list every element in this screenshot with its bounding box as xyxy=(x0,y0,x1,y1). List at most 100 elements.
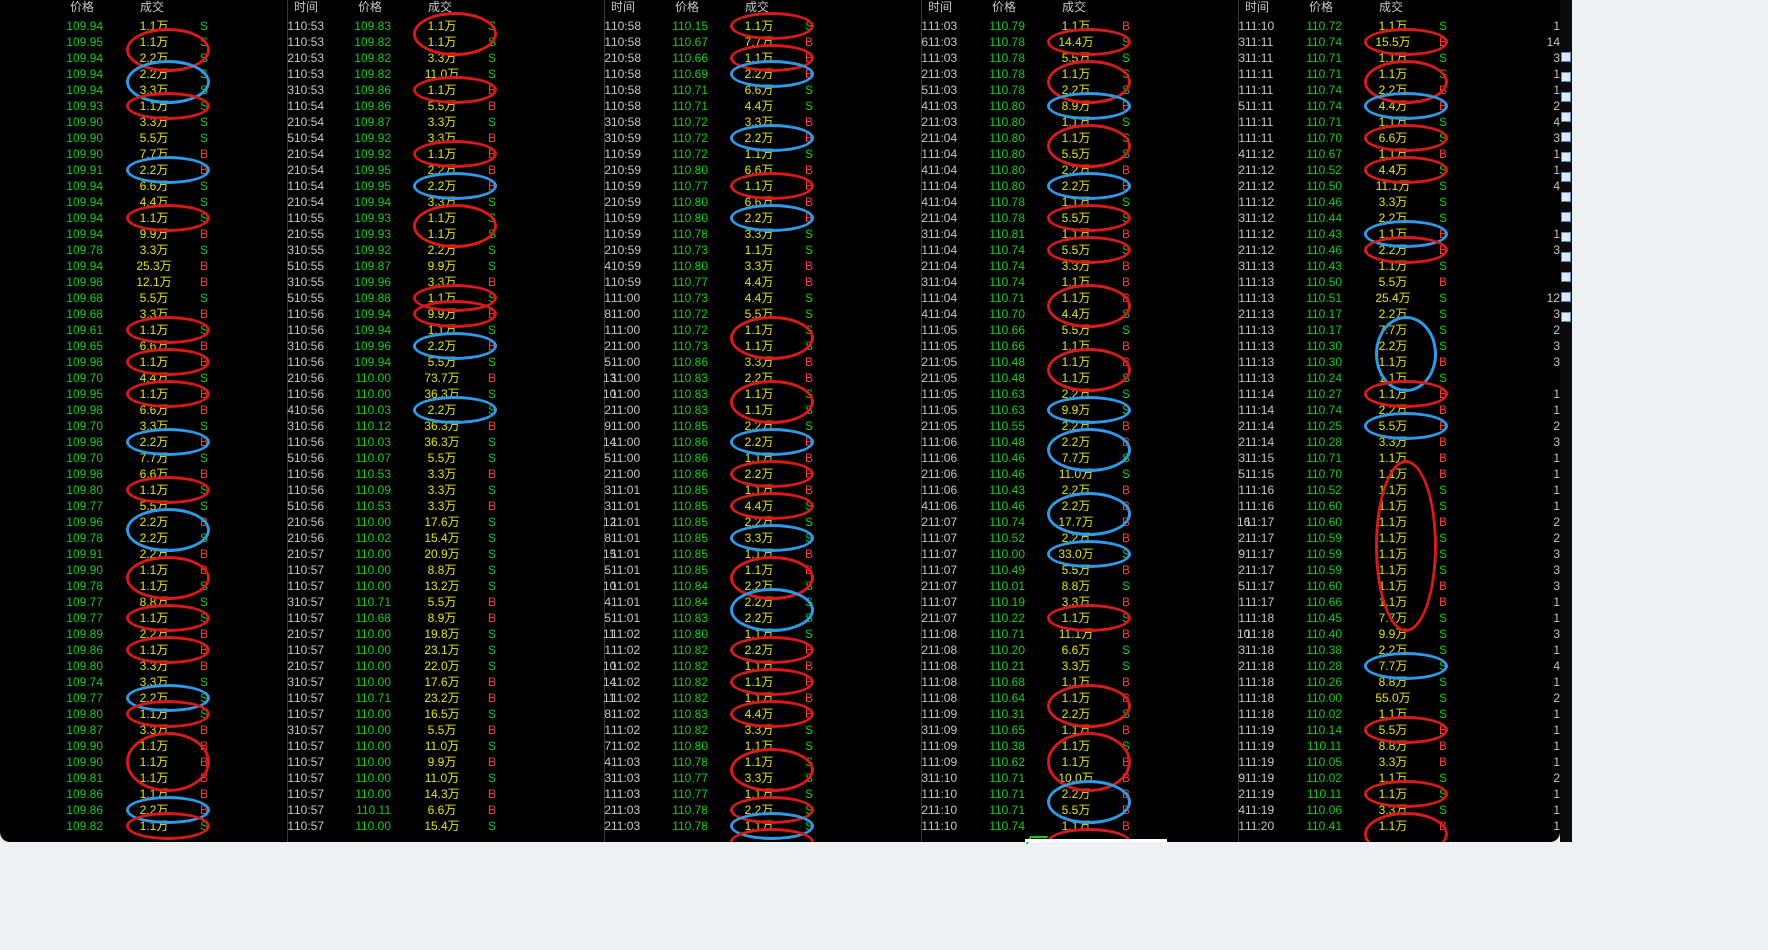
trade-row: 1 10:56 109.94 5.5万 S xyxy=(287,354,605,370)
trade-side: S xyxy=(200,83,209,97)
trade-price: 110.43 xyxy=(1306,259,1342,273)
trade-time: 10:57 xyxy=(294,643,325,657)
trade-row: 10 11:18 110.40 9.9万 S xyxy=(1237,626,1556,642)
trade-row: 1 11:04 110.74 5.5万 S xyxy=(921,242,1239,258)
header-volume[interactable]: 成交 xyxy=(1379,0,1403,14)
list-icon[interactable] xyxy=(1561,72,1571,82)
trade-count: 1 xyxy=(1238,291,1245,305)
trade-price: 110.59 xyxy=(1306,547,1342,561)
header-price[interactable]: 价格 xyxy=(675,0,699,14)
trade-side: B xyxy=(1122,435,1131,449)
bar-icon[interactable] xyxy=(1561,132,1571,142)
refresh-icon[interactable] xyxy=(1561,292,1571,302)
trade-count: 1 xyxy=(921,787,928,801)
right-toolbar[interactable] xyxy=(1560,0,1572,842)
trade-count: 1 xyxy=(921,483,928,497)
trade-row: 109.80 1.1万 S xyxy=(0,482,317,498)
trade-time: 11:19 xyxy=(1245,755,1275,769)
header-volume[interactable]: 成交 xyxy=(428,0,452,14)
trade-price: 109.65 xyxy=(66,339,103,353)
header-time[interactable]: 时间 xyxy=(928,0,952,14)
line-icon[interactable] xyxy=(1561,112,1571,122)
trade-count: 3 xyxy=(287,675,294,689)
header-price[interactable]: 价格 xyxy=(70,0,94,14)
trade-side: S xyxy=(488,819,497,833)
trade-side: S xyxy=(1122,51,1131,65)
trade-price: 110.78 xyxy=(989,51,1025,65)
trade-volume: 11.1万 xyxy=(1058,627,1094,641)
trade-price: 109.82 xyxy=(354,35,391,49)
trade-count: 1 xyxy=(287,803,294,817)
trade-price: 110.74 xyxy=(1306,35,1342,49)
trade-side: S xyxy=(200,67,209,81)
header-volume[interactable]: 成交 xyxy=(745,0,769,14)
chart-icon[interactable] xyxy=(1561,52,1571,62)
trade-price: 110.06 xyxy=(1306,803,1342,817)
trade-price: 110.68 xyxy=(989,675,1025,689)
trade-volume: 2.2万 xyxy=(1378,403,1408,417)
trade-count: 1 xyxy=(287,323,294,337)
trade-row: 3 10:57 110.00 5.5万 B xyxy=(287,722,605,738)
file-icon[interactable] xyxy=(1561,232,1571,242)
trade-side: B xyxy=(200,739,209,753)
header-price[interactable]: 价格 xyxy=(1309,0,1333,14)
layout-icon[interactable] xyxy=(1561,192,1571,202)
trade-price: 110.74 xyxy=(1306,99,1342,113)
header-volume[interactable]: 成交 xyxy=(140,0,164,14)
trade-time: 10:56 xyxy=(294,371,325,385)
trade-volume: 1.1万 xyxy=(1378,499,1408,513)
header-price[interactable]: 价格 xyxy=(992,0,1016,14)
trade-side: B xyxy=(1439,739,1448,753)
trade-time: 10:58 xyxy=(611,83,642,97)
header-volume[interactable]: 成交 xyxy=(1062,0,1086,14)
header-price[interactable]: 价格 xyxy=(358,0,382,14)
window-icon[interactable] xyxy=(1561,152,1571,162)
trade-row: 1 11:05 110.66 1.1万 B xyxy=(921,338,1239,354)
trade-row: 3 10:56 110.12 36.3万 B xyxy=(287,418,605,434)
trade-price: 110.15 xyxy=(672,19,708,33)
trade-row: 1 11:09 110.38 1.1万 S xyxy=(921,738,1239,754)
table-icon[interactable] xyxy=(1561,172,1571,182)
bottom-scroll-indicator[interactable] xyxy=(1025,839,1167,842)
trade-side: B xyxy=(488,147,497,161)
header-time[interactable]: 时间 xyxy=(294,0,318,14)
trade-count: 1 xyxy=(604,99,611,113)
trade-time: 10:59 xyxy=(611,147,642,161)
trade-time: 11:05 xyxy=(928,371,958,385)
trade-volume: 2.2万 xyxy=(139,547,169,561)
header-time[interactable]: 时间 xyxy=(611,0,635,14)
trade-row: 1 11:16 110.52 1.1万 S xyxy=(1238,482,1556,498)
grid-icon[interactable] xyxy=(1561,92,1571,102)
trade-count: 1 xyxy=(921,691,928,705)
trade-volume: 1.1万 xyxy=(744,819,774,833)
trade-side: S xyxy=(1439,307,1448,321)
doc-icon[interactable] xyxy=(1561,212,1571,222)
trade-time: 11:06 xyxy=(928,435,958,449)
trade-volume: 11.1万 xyxy=(1375,179,1411,193)
trade-price: 110.46 xyxy=(989,467,1025,481)
trade-count: 1 xyxy=(1238,323,1245,337)
calc-icon[interactable] xyxy=(1561,272,1571,282)
trade-count: 1 xyxy=(604,179,611,193)
trade-price: 110.74 xyxy=(989,275,1025,289)
trade-side: B xyxy=(200,643,209,657)
smile-icon[interactable] xyxy=(1561,312,1571,322)
trade-price: 110.71 xyxy=(989,771,1025,785)
trade-price: 110.74 xyxy=(989,515,1025,529)
trade-volume: 6.6万 xyxy=(427,803,457,817)
trade-side: S xyxy=(200,291,209,305)
trade-side: S xyxy=(1439,675,1448,689)
trade-side: B xyxy=(200,355,209,369)
trade-time: 11:07 xyxy=(928,531,958,545)
trade-count: 1 xyxy=(921,563,928,577)
flag-icon[interactable] xyxy=(1561,252,1571,262)
trade-side: S xyxy=(200,99,209,113)
trade-row: 4 11:04 110.70 4.4万 S xyxy=(921,306,1239,322)
trade-row: 3 11:01 110.85 1.1万 B xyxy=(604,482,922,498)
trade-side: S xyxy=(488,531,497,545)
trade-row: 109.98 6.6万 B xyxy=(0,402,317,418)
trade-side: S xyxy=(1439,51,1448,65)
trade-count: 1 xyxy=(287,691,294,705)
trade-price: 110.73 xyxy=(672,243,708,257)
header-time[interactable]: 时间 xyxy=(1245,0,1269,14)
